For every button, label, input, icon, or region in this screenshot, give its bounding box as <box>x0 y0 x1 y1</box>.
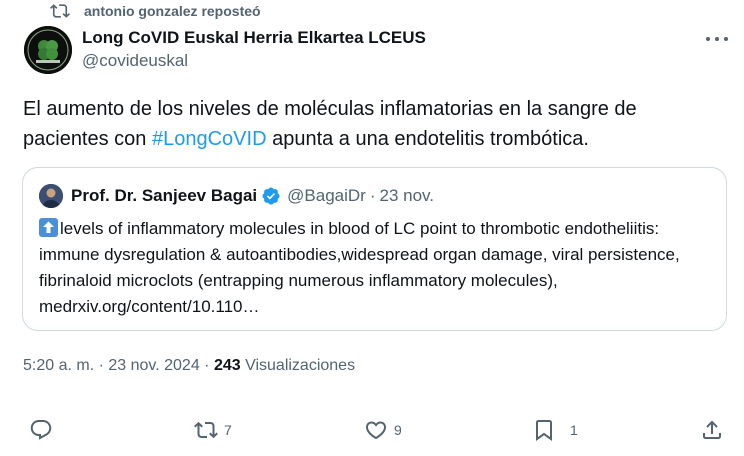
quoted-author-name: Prof. Dr. Sanjeev Bagai <box>71 186 258 205</box>
bookmark-button[interactable]: 1 <box>532 418 578 442</box>
tweet-time[interactable]: 5:20 a. m. <box>23 357 94 374</box>
quoted-tweet-text: levels of inflammatory molecules in bloo… <box>39 216 719 320</box>
bookmark-icon <box>536 420 552 441</box>
repost-icon <box>194 421 218 439</box>
clover-logo <box>24 26 72 74</box>
verified-badge-icon <box>262 187 280 205</box>
repost-button[interactable]: 7 <box>194 418 232 442</box>
action-bar: 7 9 1 <box>0 410 744 450</box>
author-name[interactable]: Long CoVID Euskal Herria Elkartea LCEUS <box>82 28 426 48</box>
tweet-text-part: apunta a una endotelitis trombótica. <box>266 128 589 150</box>
tweet-meta: 5:20 a. m. · 23 nov. 2024 · 243 Visualiz… <box>23 357 355 375</box>
dot <box>715 37 719 41</box>
more-options-icon[interactable] <box>706 30 728 48</box>
bookmark-count: 1 <box>570 422 578 438</box>
author-block: Long CoVID Euskal Herria Elkartea LCEUS … <box>82 28 426 72</box>
reply-button[interactable] <box>29 418 59 442</box>
quoted-tweet[interactable]: Prof. Dr. Sanjeev Bagai @BagaiDr · 23 no… <box>22 167 727 331</box>
dot <box>724 37 728 41</box>
heart-icon <box>365 421 387 440</box>
meta-separator: · <box>94 357 109 374</box>
share-button[interactable] <box>700 418 724 442</box>
repost-text: antonio gonzalez reposteó <box>84 3 261 19</box>
repost-icon <box>50 4 70 18</box>
meta-separator: · <box>199 357 214 374</box>
hashtag-link[interactable]: #LongCoVID <box>152 128 267 150</box>
like-count: 9 <box>394 422 402 438</box>
quoted-author-handle: @BagaiDr <box>287 186 366 205</box>
like-button[interactable]: 9 <box>364 418 402 442</box>
views-count: 243 <box>213 357 241 374</box>
views-label: Visualizaciones <box>240 357 356 374</box>
tweet-date[interactable]: 23 nov. 2024 <box>108 357 199 374</box>
share-icon <box>703 420 721 439</box>
quoted-date: 23 nov. <box>379 186 435 205</box>
quoted-avatar <box>39 184 63 208</box>
dot <box>706 37 710 41</box>
reply-icon <box>30 420 52 440</box>
quoted-tweet-header: Prof. Dr. Sanjeev Bagai @BagaiDr · 23 no… <box>39 184 434 208</box>
up-arrow-emoji-icon <box>39 218 58 237</box>
quoted-text-body: levels of inflammatory molecules in bloo… <box>39 219 680 316</box>
author-handle[interactable]: @covideuskal <box>82 50 426 72</box>
repost-header[interactable]: antonio gonzalez reposteó <box>50 0 261 22</box>
repost-count: 7 <box>224 422 232 438</box>
tweet-text: El aumento de los niveles de moléculas i… <box>23 94 723 154</box>
separator-dot: · <box>369 186 376 205</box>
avatar[interactable] <box>24 26 72 74</box>
person-avatar-icon <box>39 184 63 208</box>
